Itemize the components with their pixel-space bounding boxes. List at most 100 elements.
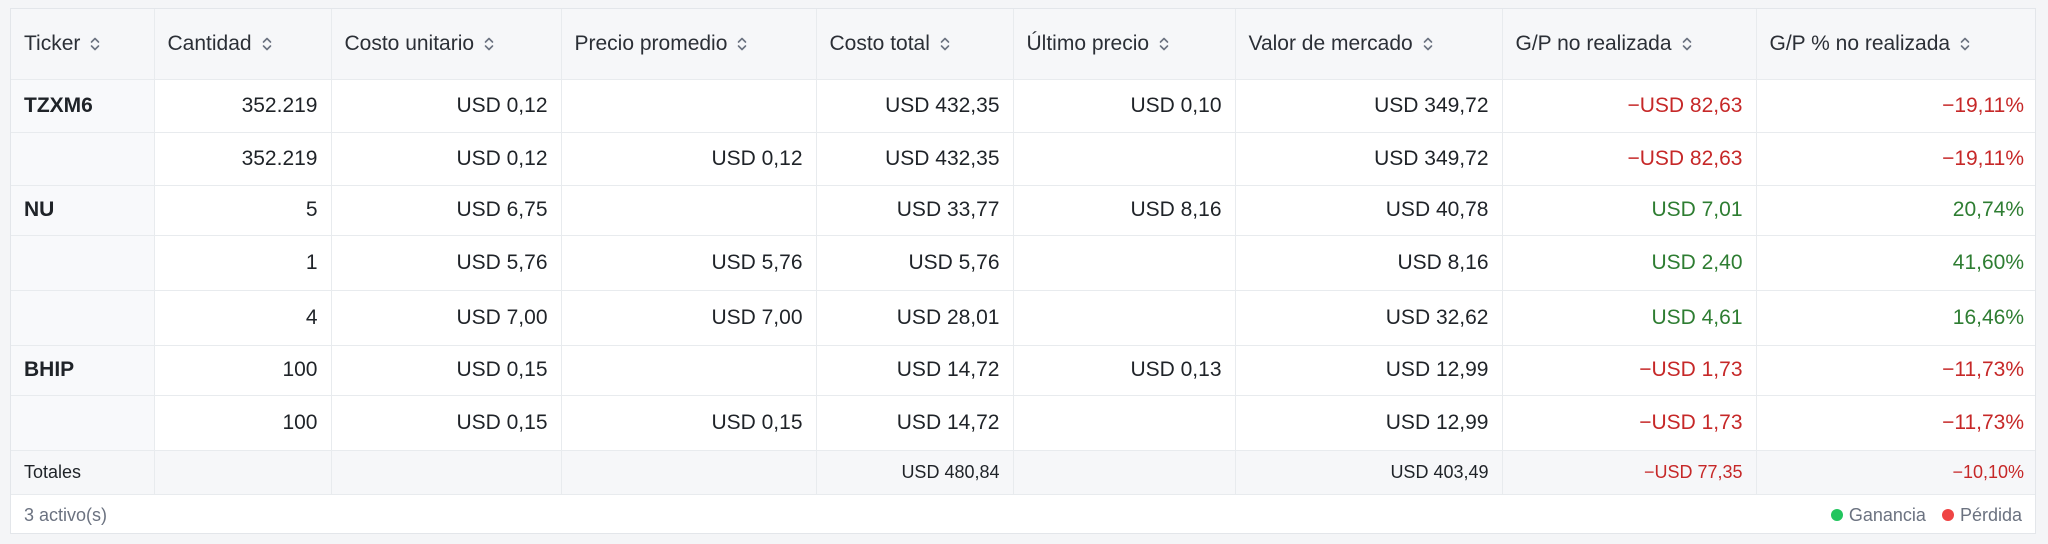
ticker-cell [11, 132, 155, 186]
unrealized-pl-cell: −USD 1,73 [1502, 395, 1757, 451]
unrealized-pl-cell: −USD 82,63 [1502, 79, 1757, 133]
table-header-row: Ticker Cantidad Costo unitario Precio pr… [11, 9, 2035, 80]
totals-row: Totales USD 480,84 USD 403,49 −USD 77,35… [11, 450, 2035, 495]
last-price-cell [1013, 132, 1236, 186]
legend-gain-label: Ganancia [1848, 504, 1926, 525]
table-row[interactable]: TZXM6 352.219 USD 0,12 USD 432,35 USD 0,… [11, 79, 2035, 133]
unit-cost-cell: USD 0,15 [331, 345, 562, 396]
unit-cost-cell: USD 6,75 [331, 185, 562, 236]
table-row[interactable]: 4 USD 7,00 USD 7,00 USD 28,01 USD 32,62 … [11, 290, 2035, 346]
quantity-cell: 5 [154, 185, 332, 236]
column-header-label: Último precio [1026, 31, 1150, 55]
totals-unrealized-pl-pct-cell: −10,10% [1756, 450, 2035, 495]
unit-cost-cell: USD 7,00 [331, 290, 562, 346]
unrealized-pl-pct-cell: −11,73% [1756, 395, 2035, 451]
column-header-precio-promedio[interactable]: Precio promedio [561, 9, 817, 80]
unrealized-pl-cell: −USD 82,63 [1502, 132, 1757, 186]
sort-icon[interactable] [737, 36, 747, 52]
ticker-cell [11, 395, 155, 451]
quantity-cell: 1 [154, 235, 332, 291]
positions-table: Ticker Cantidad Costo unitario Precio pr… [11, 9, 2035, 495]
gain-dot-icon [1830, 509, 1843, 521]
quantity-cell: 352.219 [154, 79, 332, 133]
unrealized-pl-pct-cell: −19,11% [1756, 79, 2035, 133]
avg-price-cell: USD 0,15 [561, 395, 817, 451]
total-cost-cell: USD 5,76 [816, 235, 1014, 291]
sort-icon[interactable] [1423, 36, 1433, 52]
totals-total-cost-cell: USD 480,84 [816, 450, 1014, 495]
avg-price-cell [561, 185, 817, 236]
unrealized-pl-pct-cell: 16,46% [1756, 290, 2035, 346]
unit-cost-cell: USD 0,12 [331, 132, 562, 186]
avg-price-cell: USD 0,12 [561, 132, 817, 186]
ticker-cell[interactable]: BHIP [11, 345, 155, 396]
unrealized-pl-cell: −USD 1,73 [1502, 345, 1757, 396]
table-row[interactable]: 1 USD 5,76 USD 5,76 USD 5,76 USD 8,16 US… [11, 235, 2035, 291]
quantity-cell: 352.219 [154, 132, 332, 186]
ticker-cell[interactable]: NU [11, 185, 155, 236]
column-header-label: G/P % no realizada [1769, 31, 1951, 55]
loss-dot-icon [1941, 509, 1954, 521]
column-header-label: Cantidad [167, 31, 252, 55]
quantity-cell: 100 [154, 345, 332, 396]
total-cost-cell: USD 33,77 [816, 185, 1014, 236]
table-row[interactable]: 100 USD 0,15 USD 0,15 USD 14,72 USD 12,9… [11, 395, 2035, 451]
last-price-cell [1013, 395, 1236, 451]
ticker-cell [11, 235, 155, 291]
unit-cost-cell: USD 5,76 [331, 235, 562, 291]
totals-quantity-cell [154, 450, 332, 495]
column-header-label: Valor de mercado [1248, 31, 1413, 55]
last-price-cell: USD 0,10 [1013, 79, 1236, 133]
positions-table-card: Ticker Cantidad Costo unitario Precio pr… [10, 8, 2036, 534]
unrealized-pl-pct-cell: 41,60% [1756, 235, 2035, 291]
market-value-cell: USD 32,62 [1235, 290, 1503, 346]
sort-icon[interactable] [1682, 36, 1692, 52]
column-header-ticker[interactable]: Ticker [11, 9, 155, 80]
sort-icon[interactable] [1159, 36, 1169, 52]
market-value-cell: USD 349,72 [1235, 79, 1503, 133]
total-cost-cell: USD 14,72 [816, 345, 1014, 396]
quantity-cell: 4 [154, 290, 332, 346]
quantity-cell: 100 [154, 395, 332, 451]
column-header-label: Ticker [24, 31, 81, 55]
column-header-cantidad[interactable]: Cantidad [154, 9, 332, 80]
sort-icon[interactable] [262, 36, 272, 52]
total-cost-cell: USD 28,01 [816, 290, 1014, 346]
market-value-cell: USD 40,78 [1235, 185, 1503, 236]
totals-unit-cost-cell [331, 450, 562, 495]
market-value-cell: USD 8,16 [1235, 235, 1503, 291]
totals-unrealized-pl-cell: −USD 77,35 [1502, 450, 1757, 495]
table-row[interactable]: 352.219 USD 0,12 USD 0,12 USD 432,35 USD… [11, 132, 2035, 186]
column-header-ultimo-precio[interactable]: Último precio [1013, 9, 1236, 80]
unrealized-pl-cell: USD 7,01 [1502, 185, 1757, 236]
unrealized-pl-pct-cell: −19,11% [1756, 132, 2035, 186]
legend-item-gain: Ganancia [1830, 504, 1926, 526]
table-footer: 3 activo(s) Ganancia Pérdida [11, 495, 2035, 533]
column-header-gp-pct-no-realizada[interactable]: G/P % no realizada [1756, 9, 2035, 80]
total-cost-cell: USD 14,72 [816, 395, 1014, 451]
legend-item-loss: Pérdida [1941, 505, 2022, 526]
table-row[interactable]: BHIP 100 USD 0,15 USD 14,72 USD 0,13 USD… [11, 345, 2035, 396]
sort-icon[interactable] [1960, 36, 1970, 52]
avg-price-cell [561, 345, 817, 396]
avg-price-cell: USD 5,76 [561, 235, 817, 291]
ticker-cell [11, 290, 155, 346]
avg-price-cell: USD 7,00 [561, 290, 817, 346]
last-price-cell [1013, 235, 1236, 291]
sort-icon[interactable] [90, 36, 100, 52]
table-row[interactable]: NU 5 USD 6,75 USD 33,77 USD 8,16 USD 40,… [11, 185, 2035, 236]
sort-icon[interactable] [484, 36, 494, 52]
column-header-label: G/P no realizada [1515, 31, 1672, 55]
column-header-costo-unitario[interactable]: Costo unitario [331, 9, 562, 80]
sort-icon[interactable] [940, 36, 950, 52]
column-header-label: Costo unitario [344, 31, 475, 55]
column-header-valor-de-mercado[interactable]: Valor de mercado [1235, 9, 1503, 80]
ticker-cell[interactable]: TZXM6 [11, 79, 155, 133]
totals-market-value-cell: USD 403,49 [1235, 450, 1503, 495]
last-price-cell: USD 8,16 [1013, 185, 1236, 236]
column-header-gp-no-realizada[interactable]: G/P no realizada [1502, 9, 1757, 80]
unrealized-pl-cell: USD 2,40 [1502, 235, 1757, 291]
column-header-costo-total[interactable]: Costo total [816, 9, 1014, 80]
unrealized-pl-cell: USD 4,61 [1502, 290, 1757, 346]
unit-cost-cell: USD 0,15 [331, 395, 562, 451]
